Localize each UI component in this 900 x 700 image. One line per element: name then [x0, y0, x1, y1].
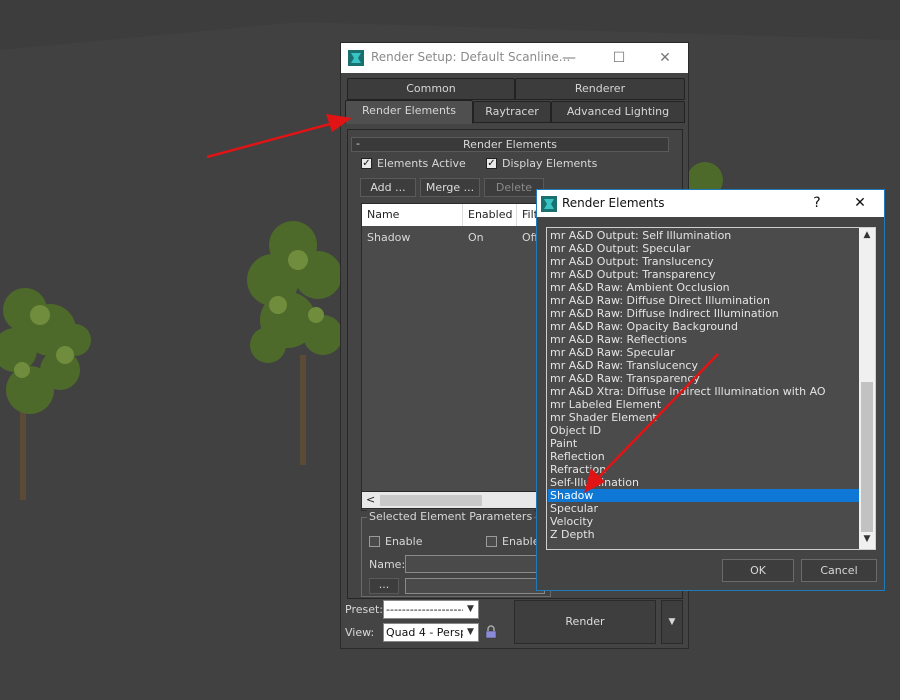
- add-button[interactable]: Add ...: [360, 178, 416, 197]
- enable-checkbox-1[interactable]: [369, 536, 380, 547]
- scroll-thumb[interactable]: [861, 382, 873, 532]
- element-type-item[interactable]: mr Shader Element: [548, 411, 860, 424]
- element-type-item[interactable]: mr A&D Raw: Diffuse Direct Illumination: [548, 294, 860, 307]
- element-type-item[interactable]: mr A&D Raw: Transparency: [548, 372, 860, 385]
- tab-raytracer[interactable]: Raytracer: [473, 101, 551, 123]
- lock-icon[interactable]: [485, 625, 497, 639]
- enable-checkbox-2[interactable]: [486, 536, 497, 547]
- element-type-item[interactable]: mr A&D Raw: Specular: [548, 346, 860, 359]
- column-header-enabled[interactable]: Enabled: [463, 204, 517, 226]
- help-icon[interactable]: ?: [807, 193, 827, 213]
- chevron-down-icon: ▼: [668, 617, 676, 627]
- display-elements-label: Display Elements: [502, 157, 598, 170]
- element-name-field[interactable]: [405, 555, 545, 573]
- view-label: View:: [345, 626, 375, 639]
- element-type-item[interactable]: mr A&D Raw: Ambient Occlusion: [548, 281, 860, 294]
- scroll-up-icon[interactable]: ▲: [859, 230, 875, 240]
- element-type-item[interactable]: Velocity: [548, 515, 860, 528]
- element-type-item[interactable]: mr A&D Raw: Diffuse Indirect Illuminatio…: [548, 307, 860, 320]
- dialog-title: Render Elements: [562, 196, 665, 210]
- list-vertical-scrollbar[interactable]: ▲ ▼: [859, 228, 875, 549]
- cancel-button[interactable]: Cancel: [801, 559, 877, 582]
- tree-left: [0, 288, 91, 500]
- preset-value: --------------------: [386, 603, 466, 616]
- window-title: Render Setup: Default Scanline...: [371, 50, 571, 64]
- element-type-item[interactable]: Self-Illumination: [548, 476, 860, 489]
- element-type-item[interactable]: Specular: [548, 502, 860, 515]
- render-dropdown-button[interactable]: ▼: [661, 600, 683, 644]
- tab-render-elements[interactable]: Render Elements: [345, 100, 473, 124]
- tab-renderer[interactable]: Renderer: [515, 78, 685, 100]
- rollout-title: Render Elements: [463, 138, 557, 151]
- element-type-item[interactable]: mr A&D Raw: Translucency: [548, 359, 860, 372]
- chevron-down-icon: ▼: [463, 601, 478, 618]
- close-icon[interactable]: ✕: [655, 48, 675, 68]
- enable-label-1: Enable: [385, 535, 423, 548]
- tree-middle: [247, 221, 343, 465]
- element-type-item[interactable]: mr Labeled Element: [548, 398, 860, 411]
- element-type-item[interactable]: mr A&D Output: Self Illumination: [548, 229, 860, 242]
- elements-active-label: Elements Active: [377, 157, 466, 170]
- merge-button[interactable]: Merge ...: [420, 178, 480, 197]
- tab-common[interactable]: Common: [347, 78, 515, 100]
- render-elements-dialog: Render Elements ? ✕ mr A&D Output: Self …: [536, 189, 885, 591]
- element-types-list[interactable]: mr A&D Output: Self Illumination mr A&D O…: [546, 227, 876, 550]
- row-name[interactable]: Shadow: [367, 231, 410, 244]
- rollout-toggle[interactable]: -: [356, 137, 360, 150]
- app-3dsmax-icon: [348, 50, 364, 66]
- scroll-thumb[interactable]: [380, 495, 482, 506]
- display-elements-checkbox[interactable]: ✓: [486, 158, 497, 169]
- tab-advanced-lighting[interactable]: Advanced Lighting: [551, 101, 685, 123]
- scroll-down-icon[interactable]: ▼: [859, 534, 875, 544]
- element-type-item[interactable]: Shadow: [548, 489, 860, 502]
- element-type-item[interactable]: mr A&D Output: Translucency: [548, 255, 860, 268]
- element-type-item[interactable]: mr A&D Raw: Reflections: [548, 333, 860, 346]
- render-setup-titlebar[interactable]: Render Setup: Default Scanline... — ☐ ✕: [341, 43, 688, 73]
- preset-dropdown[interactable]: -------------------- ▼: [383, 600, 479, 619]
- render-elements-list[interactable]: Name Enabled Filt Shadow On Off: [361, 203, 551, 511]
- preset-label: Preset:: [345, 603, 384, 616]
- element-type-item[interactable]: mr A&D Xtra: Diffuse Indirect Illuminati…: [548, 385, 860, 398]
- element-path-field[interactable]: [405, 578, 545, 594]
- element-type-item[interactable]: mr A&D Output: Specular: [548, 242, 860, 255]
- minimize-icon[interactable]: —: [559, 48, 579, 68]
- maximize-icon[interactable]: ☐: [609, 48, 629, 68]
- element-type-item[interactable]: mr A&D Output: Transparency: [548, 268, 860, 281]
- list-horizontal-scrollbar[interactable]: <: [361, 491, 551, 509]
- element-type-item[interactable]: Refraction: [548, 463, 860, 476]
- enable-label-2: Enable: [502, 535, 540, 548]
- element-type-item[interactable]: Z Depth: [548, 528, 860, 541]
- close-icon[interactable]: ✕: [850, 193, 870, 213]
- element-type-item[interactable]: mr A&D Raw: Opacity Background: [548, 320, 860, 333]
- element-type-item[interactable]: Paint: [548, 437, 860, 450]
- elements-active-checkbox[interactable]: ✓: [361, 158, 372, 169]
- app-3dsmax-icon: [541, 196, 557, 212]
- view-dropdown[interactable]: Quad 4 - Perspective ▼: [383, 623, 479, 642]
- element-type-item[interactable]: Object ID: [548, 424, 860, 437]
- element-type-item[interactable]: Reflection: [548, 450, 860, 463]
- group-title: Selected Element Parameters: [367, 510, 535, 523]
- scroll-left-icon[interactable]: <: [366, 492, 375, 508]
- row-enabled[interactable]: On: [468, 231, 484, 244]
- column-header-name[interactable]: Name: [362, 204, 463, 226]
- rollout-header[interactable]: - Render Elements: [351, 137, 669, 152]
- browse-button[interactable]: ...: [369, 578, 399, 594]
- delete-button[interactable]: Delete: [484, 178, 544, 197]
- ok-button[interactable]: OK: [722, 559, 794, 582]
- render-button[interactable]: Render: [514, 600, 656, 644]
- chevron-down-icon: ▼: [463, 624, 478, 641]
- name-label: Name:: [369, 558, 406, 571]
- dialog-titlebar[interactable]: Render Elements ? ✕: [537, 190, 884, 217]
